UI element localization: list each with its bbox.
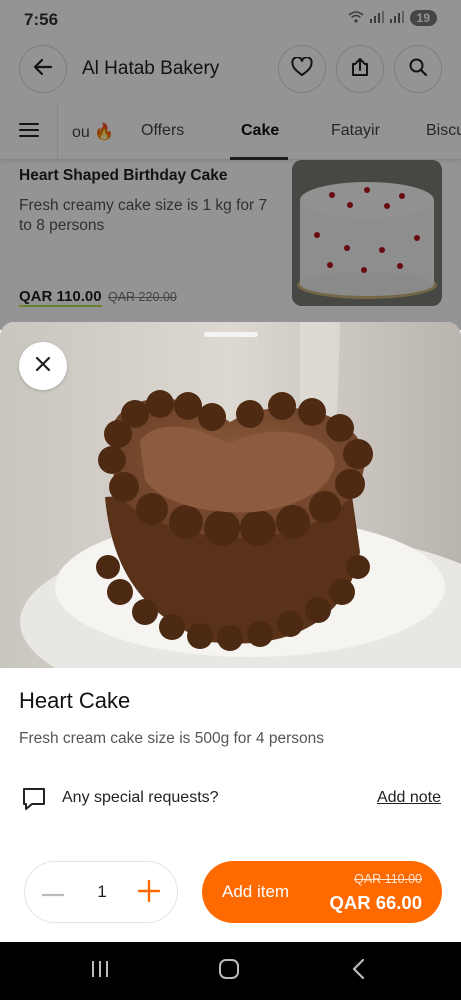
add-note-link[interactable]: Add note <box>377 789 441 807</box>
quantity-value: 1 <box>97 882 107 901</box>
back-nav-button[interactable] <box>343 958 373 984</box>
item-title: Heart Cake <box>19 688 131 713</box>
comment-icon <box>21 786 47 817</box>
decrease-quantity-button[interactable] <box>37 877 69 909</box>
close-icon <box>34 355 52 378</box>
item-description: Fresh cream cake size is 500g for 4 pers… <box>19 730 324 747</box>
plus-icon <box>137 879 161 907</box>
home-button[interactable] <box>214 958 244 985</box>
special-requests-label: Any special requests? <box>62 789 219 806</box>
drag-handle[interactable] <box>204 332 258 337</box>
item-image <box>0 322 461 668</box>
add-item-label: Add item <box>222 882 290 901</box>
add-item-old-price: QAR 110.00 <box>354 872 422 886</box>
increase-quantity-button[interactable] <box>133 877 165 909</box>
home-icon <box>218 958 240 985</box>
chevron-left-icon <box>351 958 365 984</box>
recent-apps-icon <box>90 960 110 983</box>
background-store-page: 7:56 19 Al Hatab Bakery ou 🔥 Offers Cake… <box>0 0 461 330</box>
add-item-button[interactable]: Add item QAR 110.00 QAR 66.00 <box>202 861 442 923</box>
close-button[interactable] <box>19 342 67 390</box>
minus-icon <box>41 884 65 902</box>
add-item-price: QAR 66.00 <box>329 892 422 913</box>
recent-apps-button[interactable] <box>85 959 115 983</box>
quantity-stepper: 1 <box>24 861 178 923</box>
system-nav-bar <box>0 942 461 1000</box>
item-detail-sheet: Heart Cake Fresh cream cake size is 500g… <box>0 322 461 942</box>
special-requests-row[interactable]: Any special requests? Add note <box>0 784 461 814</box>
dim-overlay[interactable] <box>0 0 461 330</box>
